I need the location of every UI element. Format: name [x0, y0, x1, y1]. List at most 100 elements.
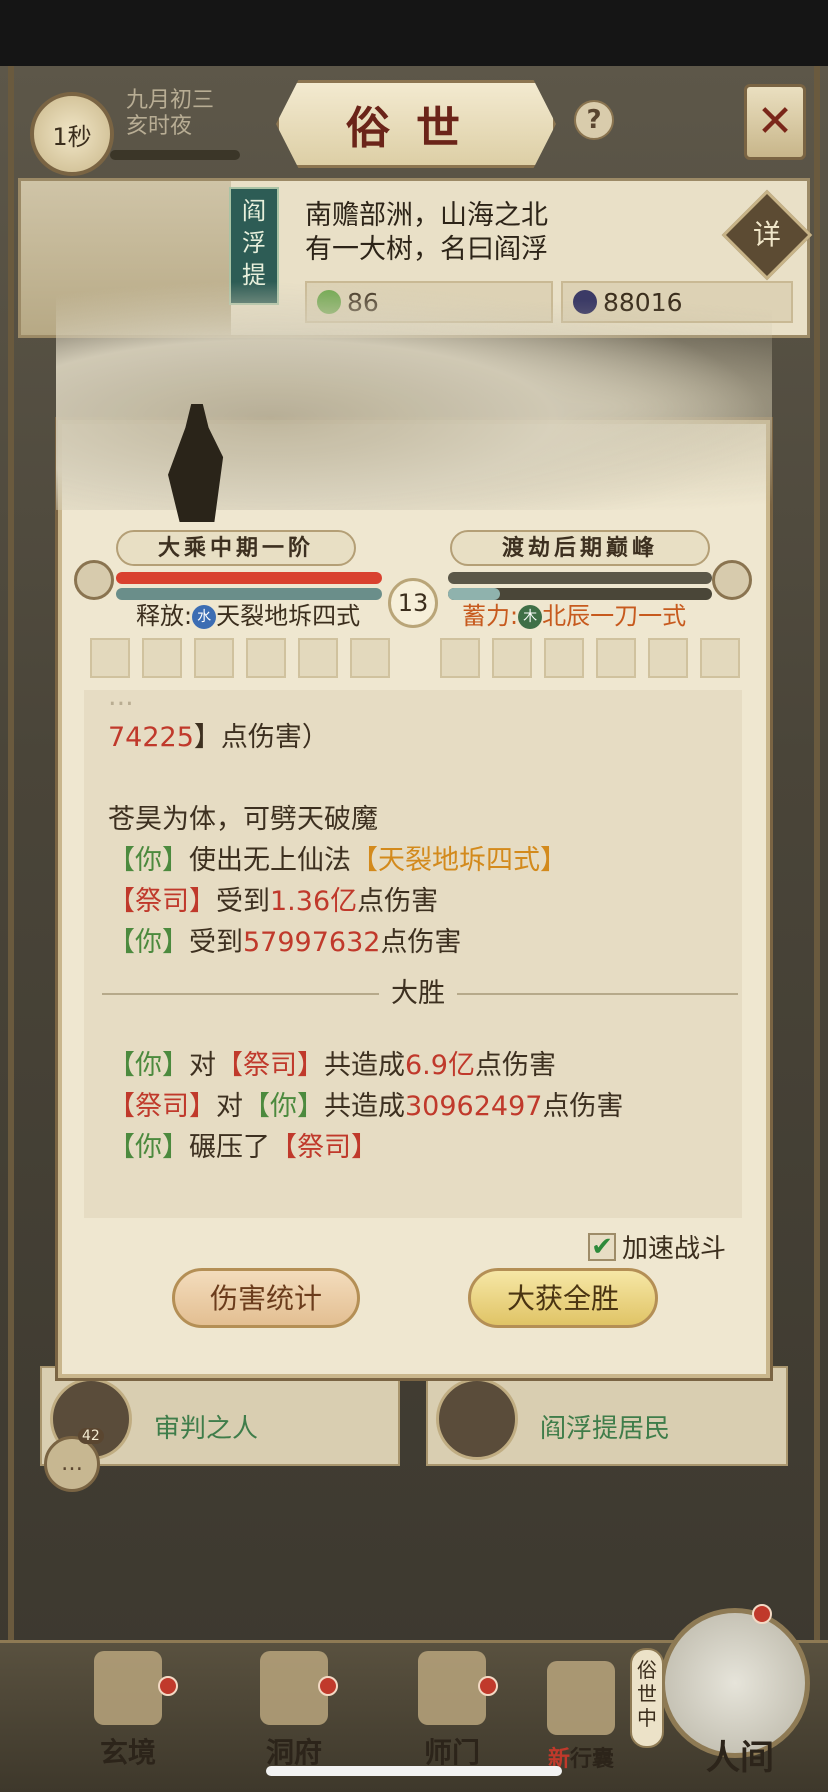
- nav-label: 行囊: [570, 1746, 615, 1772]
- player-skill-name: 天裂地坼四式: [216, 602, 361, 630]
- location-desc-line1: 南赡部洲，山海之北: [305, 200, 548, 231]
- buff-slot: [700, 638, 740, 678]
- nav-item-dongfu[interactable]: 洞府: [260, 1651, 328, 1771]
- mountain-art: [56, 280, 772, 510]
- log-text: 点伤害: [542, 1091, 624, 1122]
- result-divider: 大胜: [102, 969, 738, 1019]
- battle-log[interactable]: ... 74225】点伤害） 苍昊为体，可劈天破魔 【你】使出无上仙法【天裂地坼…: [84, 690, 742, 1218]
- log-line-partial: ...: [108, 690, 728, 717]
- player-realm: 大乘中期一阶: [116, 530, 356, 566]
- player-buff-slots: [90, 638, 390, 678]
- damage-value: 30962497: [405, 1091, 543, 1122]
- nav-item-shimen[interactable]: 师门: [418, 1651, 486, 1771]
- log-line-enemy-hit: 【祭司】受到1.36亿点伤害: [108, 886, 439, 917]
- top-bar: 1秒 九月初三 亥时夜 俗世 ? ✕: [0, 72, 828, 176]
- game-date: 九月初三 亥时夜: [126, 88, 214, 140]
- npc-title: 阎浮提居民: [540, 1414, 671, 1444]
- player-skill-prefix: 释放:: [136, 602, 193, 630]
- notification-dot: [158, 1676, 178, 1696]
- victory-button[interactable]: 大获全胜: [468, 1268, 658, 1328]
- log-line-use-skill: 【你】使出无上仙法【天裂地坼四式】: [108, 845, 567, 876]
- wood-element-icon: 木: [518, 605, 543, 629]
- log-text: 对: [189, 1050, 216, 1081]
- you-name: 你: [135, 927, 162, 958]
- you-name: 你: [135, 1050, 162, 1081]
- log-text: 对: [216, 1091, 243, 1122]
- log-line-partial-damage: 74225】点伤害）: [108, 717, 728, 758]
- log-line-total-enemy: 【祭司】对【你】共造成30962497点伤害: [108, 1091, 624, 1122]
- chat-count-badge: 42: [78, 1428, 104, 1444]
- damage-value: 74225: [108, 722, 194, 753]
- enemy-name: 祭司: [243, 1050, 297, 1081]
- player-hp-bar: [116, 572, 382, 584]
- log-partial-text: ...: [108, 690, 134, 712]
- nav-item-renjian-label: 人间: [706, 1738, 774, 1778]
- checkmark-icon[interactable]: ✔: [588, 1232, 616, 1261]
- buff-slot: [440, 638, 480, 678]
- enemy-name: 祭司: [297, 1132, 351, 1163]
- home-indicator[interactable]: [266, 1766, 562, 1776]
- player-avatar: [74, 560, 114, 600]
- enemy-buff-slots: [440, 638, 740, 678]
- buff-slot: [246, 638, 286, 678]
- page-title: 俗世: [276, 80, 556, 168]
- log-spacer: [108, 758, 728, 799]
- skill-name: 【天裂地坼四式】: [351, 845, 567, 876]
- log-text: 】点伤害）: [193, 722, 329, 753]
- you-name: 你: [270, 1091, 297, 1122]
- result-label: 大胜: [379, 978, 457, 1009]
- notification-dot: [752, 1604, 772, 1624]
- enemy-skill: 蓄力: 木北辰一刀一式: [462, 600, 686, 632]
- status-bar: [0, 0, 828, 66]
- date-line2: 亥时夜: [126, 114, 193, 139]
- log-text: 点伤害: [474, 1050, 556, 1081]
- enemy-mana-bar: [448, 588, 712, 600]
- damage-value: 57997632: [243, 927, 381, 958]
- close-button[interactable]: ✕: [744, 84, 806, 160]
- notification-dot: [318, 1676, 338, 1696]
- nav-item-xuanjing[interactable]: 玄境: [94, 1651, 162, 1771]
- player-skill: 释放: 水天裂地坼四式: [136, 600, 360, 632]
- enemy-mana-fill: [448, 588, 500, 600]
- detail-button[interactable]: 详: [721, 189, 813, 281]
- log-line-total-you: 【你】对【祭司】共造成6.9亿点伤害: [108, 1050, 556, 1081]
- damage-stats-button[interactable]: 伤害统计: [172, 1268, 360, 1328]
- speed-up-toggle[interactable]: ✔ 加速战斗: [588, 1228, 726, 1265]
- help-button[interactable]: ?: [574, 100, 614, 140]
- enemy-skill-name: 北辰一刀一式: [542, 602, 687, 630]
- chat-button[interactable]: …: [44, 1436, 100, 1492]
- enemy-name: 祭司: [135, 1091, 189, 1122]
- enemy-skill-prefix: 蓄力:: [462, 602, 519, 630]
- buff-slot: [142, 638, 182, 678]
- log-text: 点伤害: [357, 886, 439, 917]
- log-flavor: 苍昊为体，可劈天破魔: [108, 804, 378, 835]
- damage-value: 6.9亿: [405, 1050, 475, 1081]
- log-text: 点伤害: [380, 927, 462, 958]
- water-element-icon: 水: [192, 605, 217, 629]
- log-text: 受到: [189, 927, 243, 958]
- log-line-you-hit: 【你】受到57997632点伤害: [108, 927, 462, 958]
- log-line-crushed: 【你】碾压了【祭司】: [108, 1132, 378, 1163]
- buff-slot: [90, 638, 130, 678]
- banner-icon: [418, 1651, 486, 1725]
- enemy-hp-bar: [448, 572, 712, 584]
- npc-card-resident[interactable]: 阎浮提居民: [426, 1366, 788, 1466]
- nav-label: 洞府: [266, 1736, 323, 1769]
- buff-slot: [544, 638, 584, 678]
- log-text: 使出无上仙法: [189, 845, 351, 876]
- avatar: [436, 1378, 518, 1460]
- nav-label: 师门: [424, 1736, 481, 1769]
- buff-slot: [194, 638, 234, 678]
- speed-up-label: 加速战斗: [622, 1234, 727, 1264]
- damage-value: 1.36亿: [270, 886, 358, 917]
- notification-dot: [478, 1676, 498, 1696]
- player-mana-bar: [116, 588, 382, 600]
- scroll-icon: [94, 1651, 162, 1725]
- time-progress-bar: [110, 150, 240, 160]
- timer-badge: 1秒: [30, 92, 114, 176]
- location-description: 南赡部洲，山海之北 有一大树，名曰阎浮: [305, 199, 548, 267]
- detail-label: 详: [752, 218, 781, 251]
- enemy-name: 祭司: [135, 886, 189, 917]
- npc-title: 审判之人: [154, 1414, 259, 1444]
- log-text: 共造成: [324, 1050, 405, 1081]
